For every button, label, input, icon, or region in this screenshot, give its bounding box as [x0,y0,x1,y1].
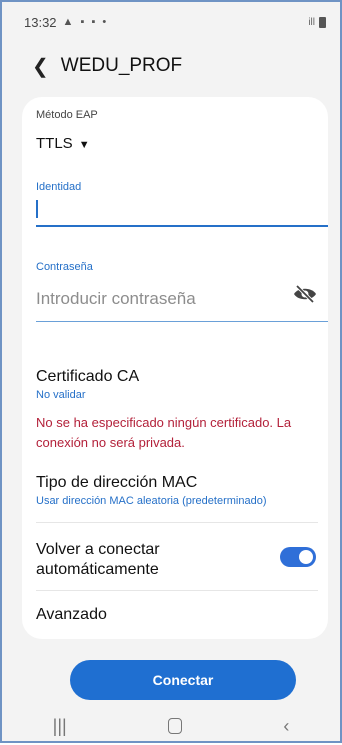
page-title: WEDU_PROF [60,55,183,76]
notification-icons: ▲ ▪ ▪ • [62,16,109,28]
dropdown-arrow-icon: ▼ [78,139,90,151]
ca-certificate-value: No validar [36,389,86,401]
mac-type-title[interactable]: Tipo de dirección MAC [36,474,197,492]
password-underline [36,321,328,322]
signal-icon: ill [308,16,315,28]
navigation-bar: ||| ‹ [2,707,340,745]
advanced-item[interactable]: Avanzado [36,606,107,624]
password-input[interactable]: Introducir contraseña [36,289,196,309]
settings-card: Método EAP TTLS ▼ Identidad Contraseña In… [22,97,328,639]
connect-button[interactable]: Conectar [70,660,296,700]
mac-type-value: Usar dirección MAC aleatoria (predetermi… [36,495,267,507]
identity-input[interactable] [36,197,328,223]
ca-certificate-title[interactable]: Certificado CA [36,368,139,386]
divider [36,522,318,523]
identity-label: Identidad [36,181,82,193]
battery-icon [319,16,326,28]
password-label: Contraseña [36,261,93,273]
back-icon[interactable]: ‹ [283,716,289,737]
status-bar: 13:32 ▲ ▪ ▪ • ill [2,2,340,42]
eap-method-dropdown[interactable]: TTLS ▼ [36,135,90,152]
divider [36,590,318,591]
toggle-knob [299,550,313,564]
eap-method-label: Método EAP [36,109,98,121]
identity-underline [36,225,328,227]
status-time: 13:32 [24,14,57,30]
title-bar: ❮ WEDU_PROF [2,46,340,86]
autoconnect-toggle[interactable] [280,547,316,567]
system-icons: ill [308,16,326,28]
recent-apps-icon[interactable]: ||| [53,716,67,737]
ca-warning-text: No se ha especificado ningún certificado… [36,415,292,450]
eap-method-value: TTLS [36,135,73,152]
screen-frame: 13:32 ▲ ▪ ▪ • ill ❮ WEDU_PROF Método EAP… [0,0,342,743]
hide-password-icon[interactable] [292,283,318,305]
chevron-left-icon[interactable]: ❮ [32,54,49,79]
autoconnect-label: Volver a conectar automáticamente [36,541,160,578]
home-icon[interactable] [168,718,182,734]
